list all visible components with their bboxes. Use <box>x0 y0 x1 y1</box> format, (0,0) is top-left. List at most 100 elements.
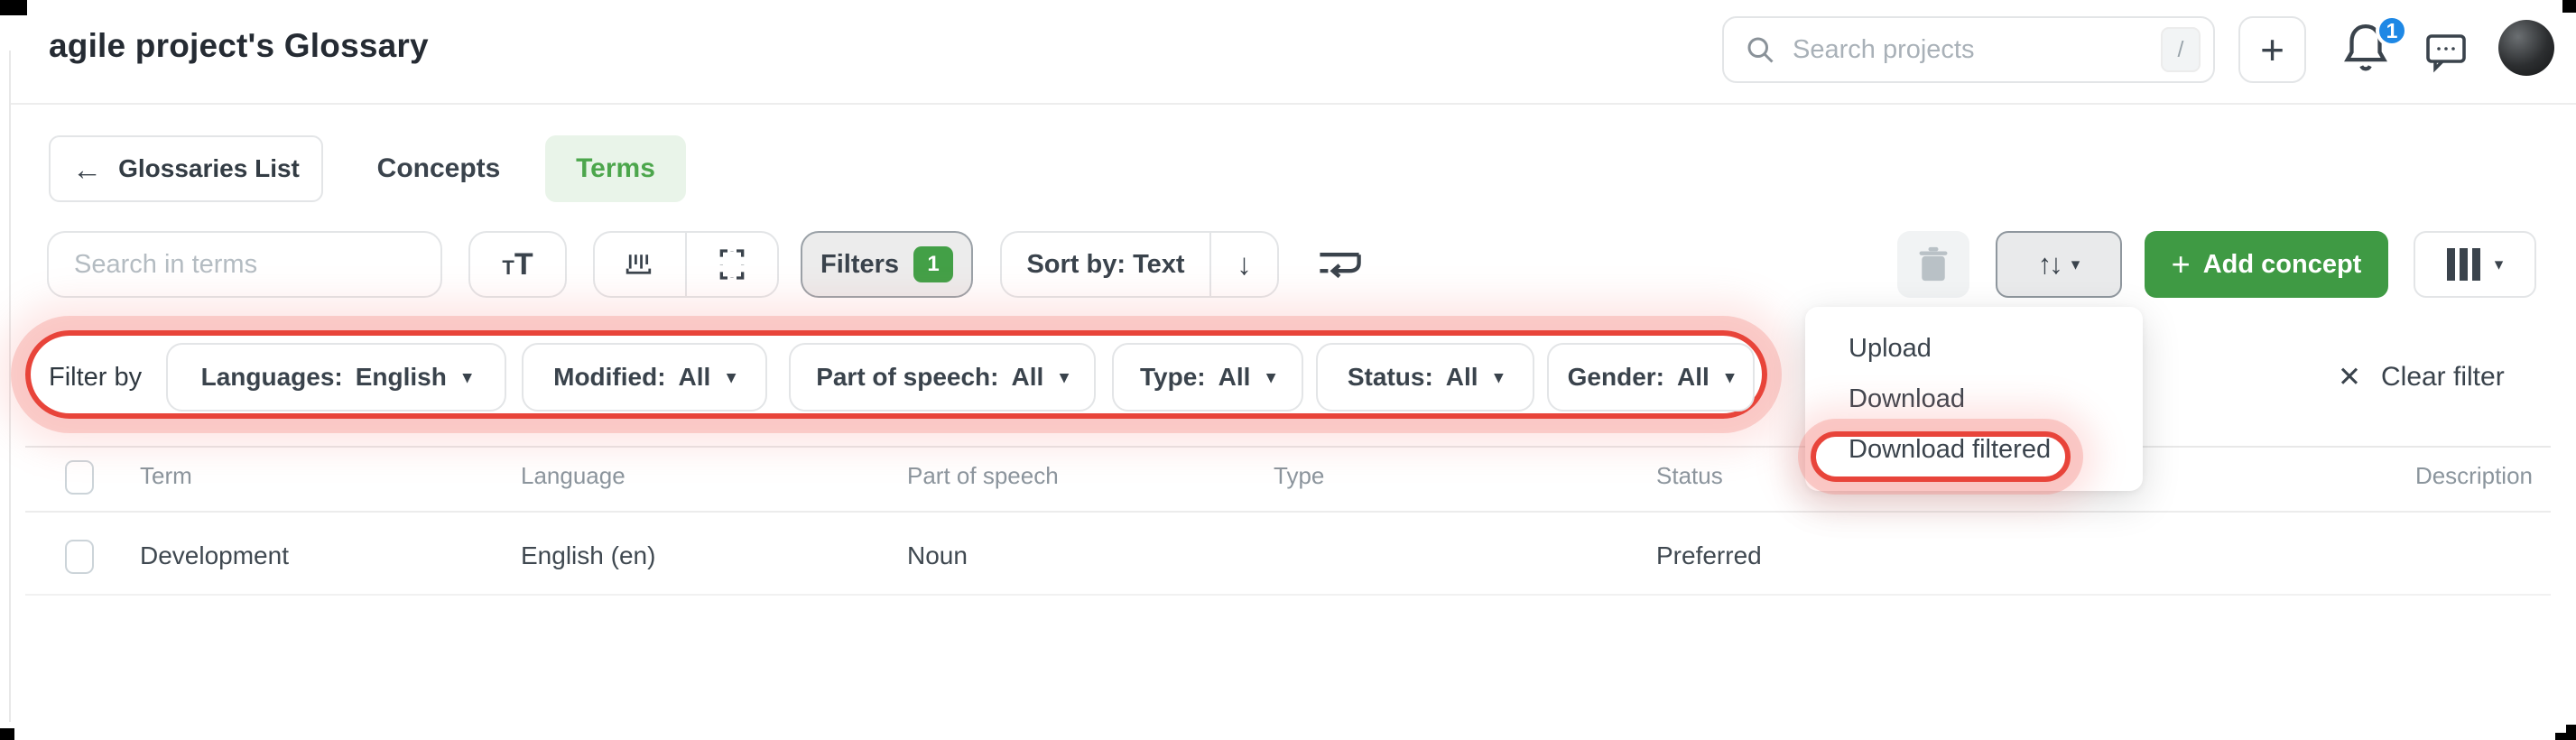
column-header-language[interactable]: Language <box>521 462 625 490</box>
filter-type[interactable]: Type: All ▾ <box>1112 343 1303 412</box>
search-icon <box>1744 33 1776 66</box>
filter-modified-label: Modified: <box>553 363 666 391</box>
match-whole-phrase-button[interactable] <box>595 233 685 296</box>
cell-status: Preferred <box>1656 541 1762 569</box>
up-down-arrows-icon: ↑↓ <box>2037 248 2063 280</box>
chevron-down-icon: ▾ <box>462 367 472 387</box>
tab-concepts-label: Concepts <box>376 153 501 183</box>
chevron-down-icon: ▾ <box>727 367 736 387</box>
filters-button[interactable]: Filters 1 <box>801 231 973 298</box>
filter-modified-value: All <box>678 363 711 391</box>
columns-icon <box>2446 248 2480 281</box>
add-concept-button[interactable]: + Add concept <box>2145 231 2388 298</box>
plus-icon: + <box>2171 245 2191 282</box>
filters-count-badge: 1 <box>913 246 954 282</box>
filter-gender[interactable]: Gender: All ▾ <box>1547 343 1755 412</box>
crop-mark-top-right <box>2562 0 2576 13</box>
terms-search[interactable] <box>47 231 442 298</box>
filter-status-label: Status: <box>1347 363 1433 391</box>
tab-terms-label: Terms <box>576 153 655 183</box>
crop-mark-bottom-right-2 <box>2555 733 2576 740</box>
column-header-term[interactable]: Term <box>140 462 192 490</box>
chevron-down-icon: ▾ <box>1060 367 1069 387</box>
columns-dropdown-button[interactable]: ▾ <box>2414 231 2536 298</box>
delete-button[interactable] <box>1897 231 1969 298</box>
filter-type-label: Type: <box>1140 363 1206 391</box>
exact-match-button[interactable] <box>687 233 777 296</box>
window-left-edge <box>9 51 11 722</box>
filter-status-value: All <box>1445 363 1478 391</box>
page-title: agile project's Glossary <box>49 27 429 64</box>
filter-by-label: Filter by <box>49 362 143 392</box>
match-case-icon: TT <box>502 246 533 282</box>
upload-download-menu: Upload Download Download filtered <box>1805 307 2143 491</box>
menu-item-download-filtered-label: Download filtered <box>1849 434 2052 464</box>
plus-icon: + <box>2260 26 2284 73</box>
search-mode-group <box>593 231 779 298</box>
sort-button[interactable]: Sort by: Text ↓ <box>1000 231 1279 298</box>
match-case-button[interactable]: TT <box>468 231 567 298</box>
filter-languages-value: English <box>355 363 447 391</box>
column-header-part-of-speech[interactable]: Part of speech <box>907 462 1059 490</box>
notifications-button[interactable]: 1 <box>2340 14 2408 83</box>
add-concept-label: Add concept <box>2202 249 2362 279</box>
notification-badge: 1 <box>2376 14 2408 47</box>
table-row-divider <box>25 594 2551 596</box>
create-project-button[interactable]: + <box>2238 16 2306 83</box>
column-header-type[interactable]: Type <box>1274 462 1324 490</box>
filter-part-of-speech-label: Part of speech: <box>816 363 999 391</box>
table-header-divider <box>25 511 2551 513</box>
cell-term: Development <box>140 541 289 569</box>
row-checkbox[interactable] <box>65 540 94 574</box>
filters-label: Filters <box>820 249 900 279</box>
menu-item-download-label: Download <box>1849 384 1965 413</box>
selection-frame-icon <box>719 249 745 280</box>
trash-icon <box>1919 246 1948 282</box>
chevron-down-icon: ▾ <box>1266 367 1275 387</box>
terms-search-input[interactable] <box>49 248 440 281</box>
clear-filter-label: Clear filter <box>2380 362 2505 392</box>
menu-item-download-filtered[interactable]: Download filtered <box>1805 424 2143 475</box>
clear-filter-button[interactable]: ✕ Clear filter <box>2338 343 2505 412</box>
barcode-icon <box>625 254 652 274</box>
chevron-down-icon: ▾ <box>1725 367 1735 387</box>
select-all-checkbox[interactable] <box>65 460 94 495</box>
table-top-divider <box>25 446 2551 448</box>
search-shortcut-key: / <box>2161 27 2201 72</box>
filter-languages-label: Languages: <box>200 363 343 391</box>
header-divider <box>11 103 2576 105</box>
filter-modified[interactable]: Modified: All ▾ <box>522 343 767 412</box>
filter-part-of-speech[interactable]: Part of speech: All ▾ <box>789 343 1096 412</box>
filter-type-value: All <box>1218 363 1251 391</box>
crop-mark-bottom-left <box>0 728 14 740</box>
tab-concepts[interactable]: Concepts <box>366 135 511 202</box>
upload-download-dropdown-button[interactable]: ↑↓ ▾ <box>1996 231 2122 298</box>
cell-language: English (en) <box>521 541 656 569</box>
back-arrow-icon: ← <box>72 152 103 186</box>
cell-part-of-speech: Noun <box>907 541 968 569</box>
sort-desc-icon: ↓ <box>1237 247 1252 281</box>
tab-terms[interactable]: Terms <box>545 135 686 202</box>
filter-status[interactable]: Status: All ▾ <box>1316 343 1534 412</box>
feedback-button[interactable] <box>2423 27 2469 74</box>
user-avatar[interactable] <box>2498 20 2554 76</box>
sort-direction-button[interactable]: ↓ <box>1211 233 1277 296</box>
menu-item-download[interactable]: Download <box>1805 374 2143 424</box>
filter-gender-value: All <box>1677 363 1710 391</box>
chevron-down-icon: ▾ <box>2071 254 2080 274</box>
back-button-label: Glossaries List <box>118 154 300 182</box>
chevron-down-icon: ▾ <box>1494 367 1504 387</box>
sort-label: Sort by: Text <box>1026 249 1185 279</box>
wrap-text-button[interactable] <box>1311 242 1368 287</box>
project-search-input[interactable] <box>1791 33 2161 66</box>
project-search[interactable]: / <box>1722 16 2215 83</box>
back-to-glossaries-button[interactable]: ← Glossaries List <box>49 135 323 202</box>
wrap-text-icon <box>1320 253 1361 279</box>
crop-mark-top-left <box>0 0 27 15</box>
column-header-description[interactable]: Description <box>2415 462 2533 490</box>
column-header-status[interactable]: Status <box>1656 462 1723 490</box>
filter-languages[interactable]: Languages: English ▾ <box>166 343 506 412</box>
menu-item-upload[interactable]: Upload <box>1805 323 2143 374</box>
menu-item-upload-label: Upload <box>1849 333 1932 363</box>
filter-part-of-speech-value: All <box>1011 363 1044 391</box>
